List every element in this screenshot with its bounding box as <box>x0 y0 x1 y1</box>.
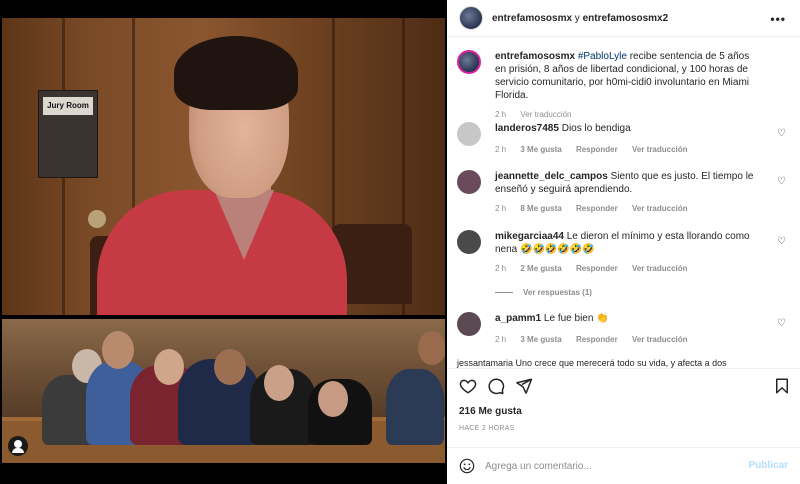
translation-link[interactable]: Ver traducción <box>520 110 571 119</box>
comment-body: a_pamm1 Le fue bien 👏 2 h 3 Me gusta Res… <box>495 312 762 346</box>
post-header: entrefamososmx y entrefamososmx2 ••• <box>447 0 800 37</box>
post-authors: entrefamososmx y entrefamososmx2 <box>492 13 668 24</box>
share-icon[interactable] <box>515 377 533 395</box>
translation-link[interactable]: Ver traducción <box>632 335 688 344</box>
translation-link[interactable]: Ver traducción <box>632 264 688 273</box>
view-replies-button[interactable]: Ver respuestas (1) <box>495 288 592 297</box>
comment-text: Dios lo bendiga <box>561 123 631 134</box>
reply-button[interactable]: Responder <box>576 264 618 273</box>
comment-body: landeros7485 Dios lo bendiga 2 h 3 Me gu… <box>495 122 762 156</box>
avatar[interactable] <box>457 170 481 194</box>
emoji-icon[interactable] <box>459 458 475 474</box>
avatar[interactable] <box>457 312 481 336</box>
comment-likes[interactable]: 3 Me gusta <box>520 335 561 344</box>
author-link[interactable]: entrefamososmx <box>492 13 572 24</box>
spectator-head <box>418 331 445 365</box>
heart-icon[interactable]: ♡ <box>777 236 786 247</box>
comment-icon[interactable] <box>487 377 505 395</box>
reply-button[interactable]: Responder <box>576 145 618 154</box>
comment-meta: 2 h 2 Me gusta Responder Ver traducción <box>495 262 762 275</box>
translation-link[interactable]: Ver traducción <box>632 145 688 154</box>
caption-body: entrefamososmx #PabloLyle recibe sentenc… <box>495 50 762 121</box>
comment-body: mikegarciaa44 Le dieron el mínimo y esta… <box>495 230 762 275</box>
spectator-head <box>264 365 294 401</box>
jury-room-sign-label: Jury Room <box>43 97 93 115</box>
view-replies-label: Ver respuestas (1) <box>523 288 592 297</box>
caption-time: 2 h <box>495 110 507 119</box>
add-comment-bar: Publicar <box>447 447 800 484</box>
comment-author[interactable]: jeannette_delc_campos <box>495 171 608 182</box>
comment-time: 2 h <box>495 335 507 344</box>
user-tag-icon[interactable] <box>8 436 28 456</box>
spectator-head <box>214 349 246 385</box>
jury-room-sign: Jury Room <box>38 90 98 178</box>
comment-time: 2 h <box>495 204 507 213</box>
avatar[interactable] <box>457 122 481 146</box>
user-tag-icon-head <box>14 440 22 448</box>
caption-meta: 2 h Ver traducción <box>495 108 762 121</box>
comment-time: 2 h <box>495 264 507 273</box>
replies-divider <box>495 292 513 294</box>
user-tag-icon-body <box>12 448 24 453</box>
list-item-partial: jessantamaria Uno crece que merecerá tod… <box>457 358 727 368</box>
avatar[interactable] <box>457 50 481 74</box>
post-actions <box>447 368 800 402</box>
coauthor-link[interactable]: entrefamososmx2 <box>583 13 669 24</box>
translation-link[interactable]: Ver traducción <box>632 204 688 213</box>
spectator-head <box>102 331 134 369</box>
heart-icon[interactable]: ♡ <box>777 176 786 187</box>
comment-author[interactable]: mikegarciaa44 <box>495 231 564 242</box>
comment-body: jeannette_delc_campos Siento que es just… <box>495 170 762 215</box>
spectator <box>386 369 444 445</box>
comment-author[interactable]: a_pamm1 <box>495 313 541 324</box>
post-timestamp: HACE 2 HORAS <box>459 425 515 432</box>
post-photo-defendant: Jury Room <box>2 18 445 315</box>
comment-meta: 2 h 3 Me gusta Responder Ver traducción <box>495 333 762 346</box>
caption-author[interactable]: entrefamososmx <box>495 51 575 62</box>
hashtag-link[interactable]: #PabloLyle <box>578 51 627 62</box>
more-dots-icon[interactable]: ••• <box>770 12 786 26</box>
comment-input[interactable] <box>485 456 735 476</box>
post-side-panel: entrefamososmx y entrefamososmx2 ••• ent… <box>447 0 800 484</box>
defendant-shirt-collar <box>214 190 274 260</box>
comment-text: Le fue bien 👏 <box>543 313 609 324</box>
comment-meta: 2 h 8 Me gusta Responder Ver traducción <box>495 202 762 215</box>
heart-icon[interactable]: ♡ <box>777 318 786 329</box>
comment-author[interactable]: landeros7485 <box>495 123 559 134</box>
spectator-head <box>318 381 348 417</box>
comments-list[interactable]: entrefamososmx #PabloLyle recibe sentenc… <box>447 38 800 368</box>
comment-likes[interactable]: 3 Me gusta <box>520 145 561 154</box>
publish-button[interactable]: Publicar <box>749 460 788 471</box>
defendant-hair <box>174 36 298 110</box>
door-knob <box>88 210 106 228</box>
author-connector: y <box>572 12 583 24</box>
comment-meta: 2 h 3 Me gusta Responder Ver traducción <box>495 143 762 156</box>
avatar[interactable] <box>457 230 481 254</box>
comment-time: 2 h <box>495 145 507 154</box>
heart-icon[interactable] <box>459 377 477 395</box>
bookmark-icon[interactable] <box>773 377 791 395</box>
avatar[interactable] <box>459 6 483 30</box>
post-photo-gallery <box>2 319 445 463</box>
heart-icon[interactable]: ♡ <box>777 128 786 139</box>
likes-count[interactable]: 216 Me gusta <box>459 406 522 417</box>
comment-likes[interactable]: 2 Me gusta <box>520 264 561 273</box>
comment-likes[interactable]: 8 Me gusta <box>520 204 561 213</box>
post-media[interactable]: Jury Room <box>0 0 447 484</box>
reply-button[interactable]: Responder <box>576 335 618 344</box>
reply-button[interactable]: Responder <box>576 204 618 213</box>
